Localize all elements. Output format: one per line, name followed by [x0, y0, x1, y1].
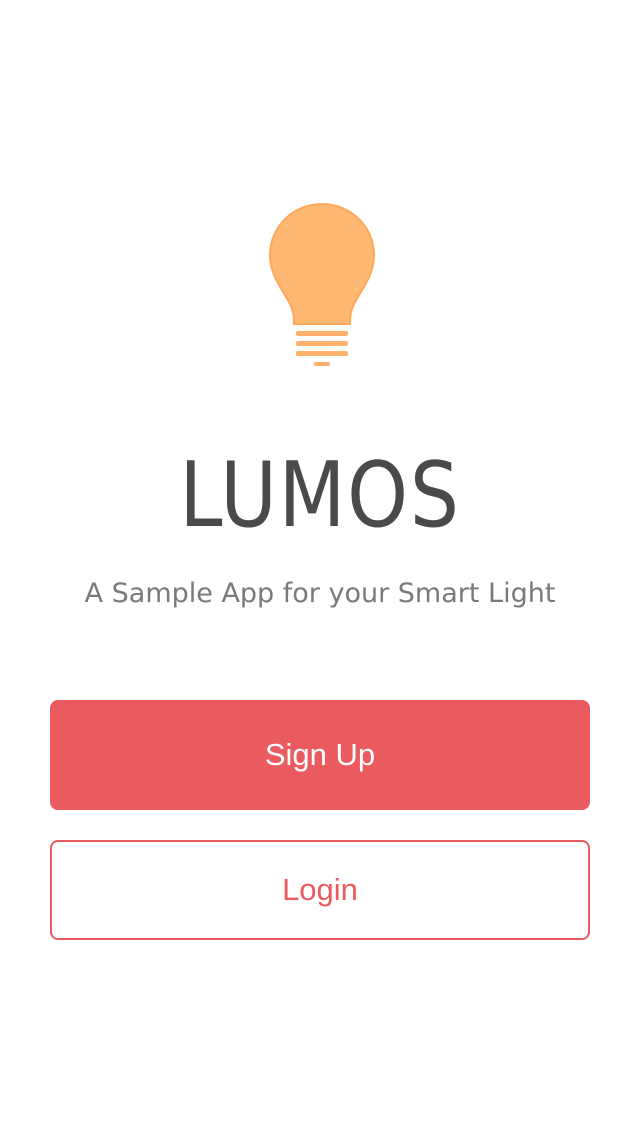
login-button[interactable]: Login — [50, 840, 590, 940]
app-title: LUMOS — [179, 443, 461, 548]
sign-up-button-label: Sign Up — [264, 737, 376, 772]
login-button-label: Login — [282, 872, 358, 907]
lightbulb-icon — [268, 202, 376, 366]
welcome-screen: LUMOS A Sample App for your Smart Light … — [0, 0, 640, 1136]
app-tagline: A Sample App for your Smart Light — [84, 578, 556, 609]
sign-up-button[interactable]: Sign Up — [50, 700, 590, 810]
